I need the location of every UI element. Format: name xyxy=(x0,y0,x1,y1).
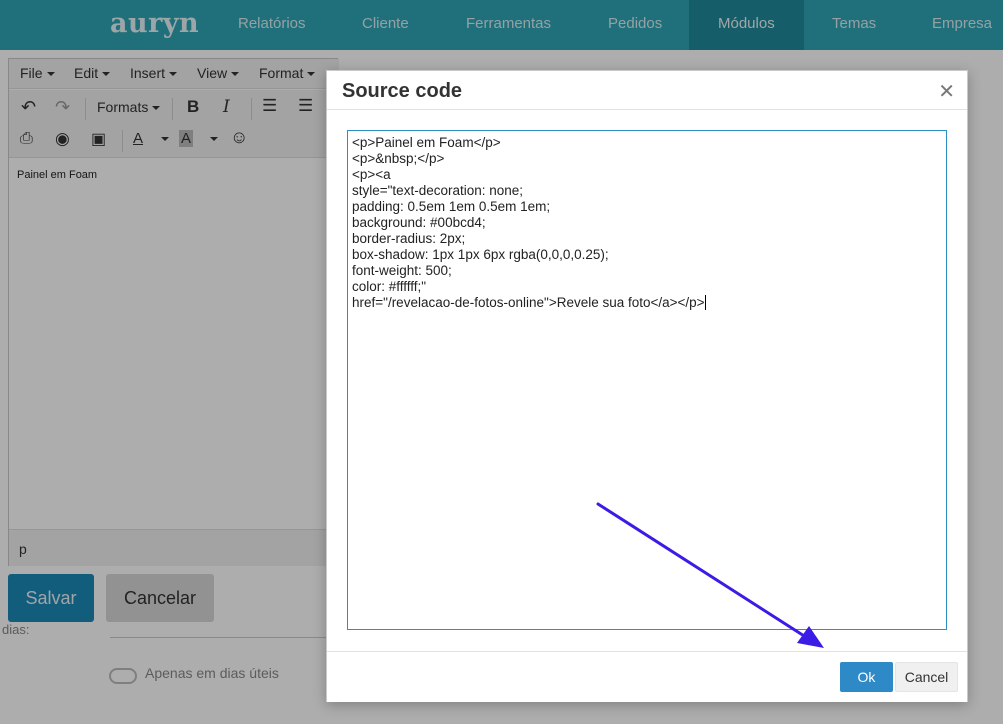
code-line: border-radius: 2px; xyxy=(352,231,466,246)
dialog-footer: Ok Cancel xyxy=(327,651,967,702)
code-line: <p>Painel em Foam</p> xyxy=(352,135,501,150)
code-line: font-weight: 500; xyxy=(352,263,452,278)
code-line: href="/revelacao-de-fotos-online">Revele… xyxy=(352,295,705,310)
source-code-textarea[interactable]: <p>Painel em Foam</p> <p>&nbsp;</p> <p><a s… xyxy=(347,130,947,630)
code-line: background: #00bcd4; xyxy=(352,215,486,230)
code-line: padding: 0.5em 1em 0.5em 1em; xyxy=(352,199,551,214)
code-line: <p>&nbsp;</p> xyxy=(352,151,445,166)
code-line: style="text-decoration: none; xyxy=(352,183,524,198)
code-line: box-shadow: 1px 1px 6px rgba(0,0,0,0.25)… xyxy=(352,247,609,262)
ok-button[interactable]: Ok xyxy=(840,662,893,692)
dialog-title: Source code xyxy=(342,80,463,102)
dialog-header: Source code ✕ xyxy=(327,71,967,110)
source-code-dialog: Source code ✕ <p>Painel em Foam</p> <p>&n… xyxy=(326,70,968,702)
text-cursor xyxy=(704,295,706,310)
close-icon[interactable]: ✕ xyxy=(938,79,955,104)
cancel-button[interactable]: Cancel xyxy=(895,662,958,692)
code-line: <p><a xyxy=(352,167,391,182)
code-line: color: #ffffff;" xyxy=(352,279,427,294)
